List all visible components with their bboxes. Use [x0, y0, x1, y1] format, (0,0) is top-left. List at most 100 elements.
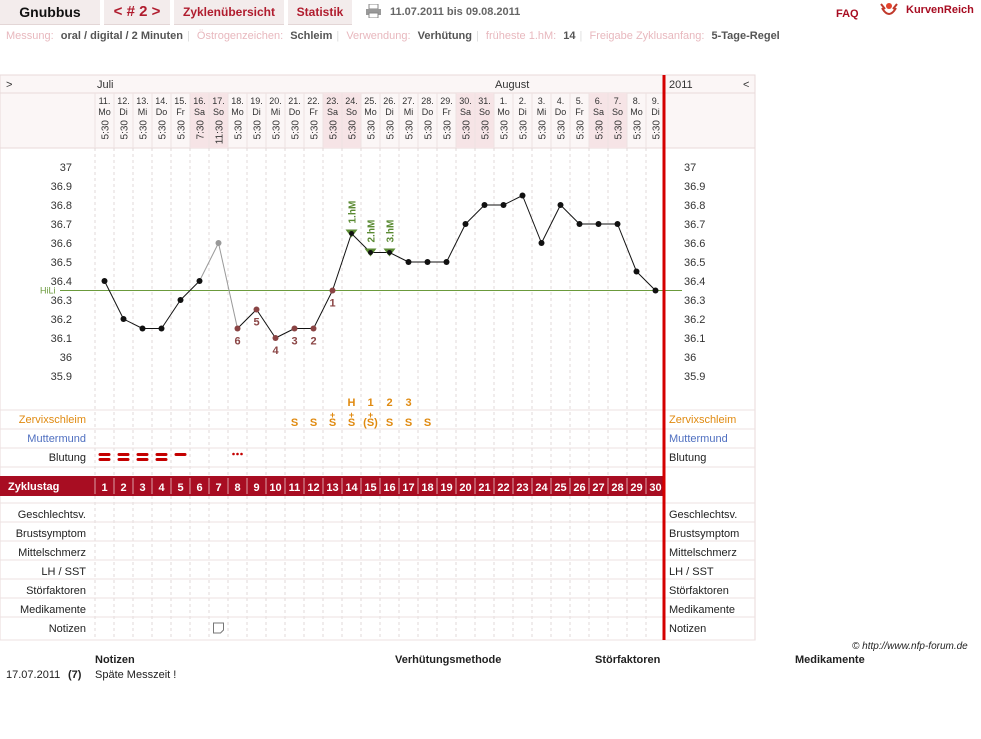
measure-time: 11:30	[215, 120, 226, 145]
measure-time: 5:30	[177, 120, 188, 140]
measure-time: 5:30	[424, 120, 435, 140]
day-weekday: Mi	[138, 107, 148, 117]
y-tick-right: 37	[684, 162, 696, 174]
measure-time: 5:30	[139, 120, 150, 140]
day-date: 26.	[383, 96, 396, 106]
day-weekday: Di	[518, 107, 527, 117]
day-date: 12.	[117, 96, 130, 106]
day-weekday: Fr	[442, 107, 451, 117]
note-row-num: (7)	[68, 669, 82, 681]
bleeding-mark	[117, 453, 130, 456]
measure-time: 5:30	[158, 120, 169, 140]
row-label-lh-right: LH / SST	[669, 566, 714, 578]
row-label-muttermund-right: Muttermund	[669, 433, 728, 445]
day-weekday: Di	[119, 107, 128, 117]
day-date: 23.	[326, 96, 339, 106]
temp-point	[101, 278, 108, 284]
row-label-stoer-right: Störfaktoren	[669, 585, 729, 597]
day-weekday: Fr	[575, 107, 584, 117]
row-label-blutung: Blutung	[48, 452, 86, 464]
zervix-mark: S	[424, 417, 431, 429]
y-tick-right: 36.7	[684, 219, 705, 231]
zyklustag-number: 6	[196, 482, 202, 494]
day-weekday: So	[612, 107, 623, 117]
zervix-plus: +	[330, 410, 335, 420]
row-label-medi: Medikamente	[19, 604, 86, 616]
zyklustag-number: 19	[440, 482, 452, 494]
bleeding-mark	[136, 458, 149, 461]
zervix-plus: +	[368, 410, 373, 420]
bleeding-mark	[155, 453, 168, 456]
zyklustag-number: 11	[289, 482, 301, 494]
zyklustag-number: 29	[630, 482, 642, 494]
day-date: 27.	[402, 96, 415, 106]
day-weekday: Mo	[497, 107, 510, 117]
measure-time: 5:30	[519, 120, 530, 140]
zyklustag-number: 20	[459, 482, 471, 494]
y-tick-right: 35.9	[684, 371, 705, 383]
zyklustag-number: 15	[364, 482, 376, 494]
day-weekday: Sa	[460, 107, 471, 117]
disturb-col-header: Störfaktoren	[595, 654, 661, 666]
measure-time: 5:30	[633, 120, 644, 140]
y-tick-left: 36.3	[51, 295, 72, 307]
bleeding-mark	[117, 458, 130, 461]
row-label-geschlecht: Geschlechtsv.	[17, 509, 86, 521]
medi-col-header: Medikamente	[795, 654, 865, 666]
nav-prev-button[interactable]: >	[6, 79, 12, 91]
zyklustag-number: 23	[516, 482, 528, 494]
day-date: 18.	[231, 96, 244, 106]
day-date: 24.	[345, 96, 358, 106]
zervix-plus: +	[349, 410, 354, 420]
day-weekday: Di	[385, 107, 394, 117]
temp-point	[139, 325, 146, 332]
zyklustag-number: 30	[649, 482, 661, 494]
y-tick-left: 36.5	[51, 257, 72, 269]
day-date: 25.	[364, 96, 377, 106]
day-weekday: Di	[651, 107, 660, 117]
day-weekday: Do	[289, 107, 301, 117]
day-date: 17.	[212, 96, 225, 106]
zyklustag-number: 26	[573, 482, 585, 494]
temp-point	[519, 192, 526, 199]
day-date: 20.	[269, 96, 282, 106]
bleeding-mark	[136, 453, 149, 456]
zyklustag-number: 28	[611, 482, 623, 494]
day-date: 30.	[459, 96, 472, 106]
low-label: 1	[329, 298, 335, 310]
temp-point	[158, 325, 165, 332]
y-tick-right: 36.1	[684, 333, 705, 345]
nav-next-button[interactable]: <	[743, 79, 749, 91]
measure-time: 7:30	[196, 120, 207, 140]
temp-point	[253, 306, 260, 313]
zyklustag-number: 14	[345, 482, 358, 494]
day-weekday: Sa	[593, 107, 604, 117]
measure-time: 5:30	[538, 120, 549, 140]
temp-point	[424, 259, 431, 265]
zyklustag-number: 8	[234, 482, 240, 494]
temp-point	[405, 259, 412, 265]
zyklustag-number: 25	[554, 482, 566, 494]
day-date: 3.	[538, 96, 546, 106]
measure-time: 5:30	[272, 120, 283, 140]
day-weekday: Do	[555, 107, 567, 117]
y-tick-left: 35.9	[51, 371, 72, 383]
measure-time: 5:30	[291, 120, 302, 140]
bleeding-mark	[155, 458, 168, 461]
spotting-mark	[232, 452, 235, 456]
bleeding-mark	[174, 453, 187, 456]
month-label: Juli	[97, 79, 114, 91]
zyklustag-number: 22	[497, 482, 509, 494]
zyklustag-number: 13	[326, 482, 338, 494]
note-icon	[213, 622, 224, 634]
zervix-count: 1	[367, 397, 373, 409]
day-date: 15.	[174, 96, 187, 106]
y-tick-left: 36	[60, 352, 72, 364]
y-tick-right: 36.6	[684, 238, 705, 250]
day-date: 14.	[155, 96, 168, 106]
hm-label: 1.hM	[348, 201, 359, 224]
temp-point	[215, 240, 222, 246]
day-weekday: Sa	[194, 107, 205, 117]
row-label-notizen: Notizen	[48, 623, 86, 635]
day-date: 6.	[595, 96, 603, 106]
